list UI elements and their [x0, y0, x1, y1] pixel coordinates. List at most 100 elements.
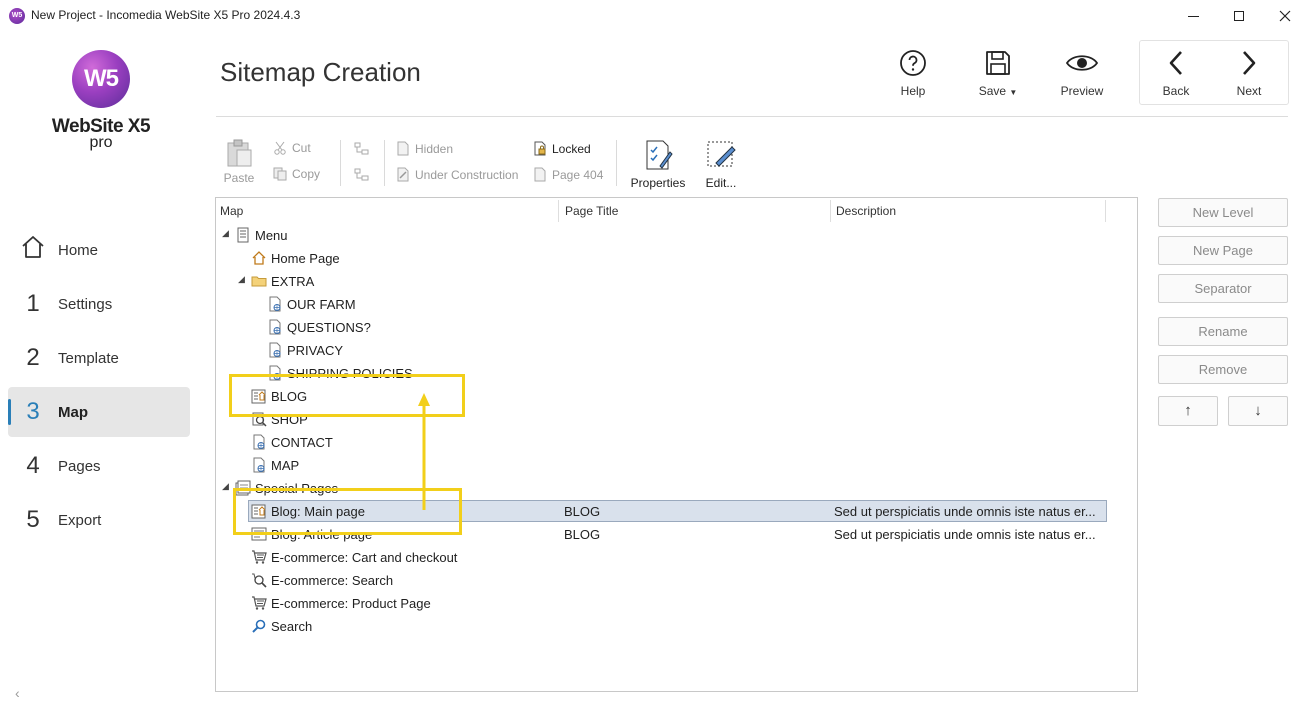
tree-row[interactable]: ◢ EXTRA — [216, 270, 1137, 293]
column-header-page-title[interactable]: Page Title — [565, 204, 618, 218]
copy-button[interactable]: Copy — [273, 167, 320, 181]
page404-icon — [533, 167, 547, 182]
indent-icon — [354, 142, 370, 156]
nav-map[interactable]: 3 Map — [8, 387, 190, 437]
nav-template[interactable]: 2 Template — [8, 333, 190, 383]
column-divider[interactable] — [1105, 200, 1106, 222]
locked-page-icon — [533, 141, 547, 156]
paste-button[interactable]: Paste — [222, 138, 256, 185]
page-icon — [251, 434, 267, 450]
minimize-button[interactable] — [1170, 0, 1216, 32]
tree-row-label: QUESTIONS? — [287, 320, 371, 335]
chevron-right-icon — [1214, 46, 1284, 80]
nav-home[interactable]: Home — [8, 225, 190, 275]
move-up-button[interactable]: ↑ — [1158, 396, 1218, 426]
edit-button[interactable]: Edit... — [704, 139, 738, 190]
column-header-description[interactable]: Description — [836, 204, 896, 218]
maximize-icon — [1234, 11, 1244, 21]
tree-row[interactable]: QUESTIONS? — [216, 316, 1137, 339]
new-page-button[interactable]: New Page — [1158, 236, 1288, 265]
column-divider[interactable] — [830, 200, 831, 222]
toolbar-separator — [616, 140, 617, 186]
nav-number: 5 — [26, 506, 40, 533]
tree-row[interactable]: MAP — [216, 454, 1137, 477]
locked-toggle[interactable]: Locked — [533, 141, 591, 156]
column-header-map[interactable]: Map — [220, 204, 243, 218]
edit-icon — [707, 141, 736, 167]
column-divider[interactable] — [558, 200, 559, 222]
tree-row-label: E-commerce: Product Page — [271, 596, 431, 611]
separator-button[interactable]: Separator — [1158, 274, 1288, 303]
tree-row-label: Home Page — [271, 251, 340, 266]
tree-row[interactable]: OUR FARM — [216, 293, 1137, 316]
collapse-sidebar-icon[interactable]: ‹ — [15, 685, 20, 701]
rename-button[interactable]: Rename — [1158, 317, 1288, 346]
tree-row-label: E-commerce: Cart and checkout — [271, 550, 458, 565]
new-level-button[interactable]: New Level — [1158, 198, 1288, 227]
sitemap-tree[interactable]: Map Page Title Description ◢ Menu Home Pag… — [215, 197, 1138, 692]
properties-label: Properties — [630, 176, 686, 190]
tree-row-description: Sed ut perspiciatis unde omnis iste natu… — [834, 504, 1096, 519]
cut-button[interactable]: Cut — [273, 141, 311, 155]
close-button[interactable] — [1262, 0, 1308, 32]
page404-label: Page 404 — [552, 167, 604, 182]
remove-button[interactable]: Remove — [1158, 355, 1288, 384]
under-construction-toggle[interactable]: Under Construction — [396, 167, 518, 182]
logo-mark: W5 — [72, 50, 130, 108]
logo-edition: pro — [89, 134, 113, 151]
sidebar: W5 WebSite X5 pro Home 1 Settings 2 Temp… — [0, 32, 200, 713]
tree-row[interactable]: E-commerce: Cart and checkout — [216, 546, 1137, 569]
next-button[interactable]: Next — [1214, 46, 1284, 102]
nav-settings[interactable]: 1 Settings — [8, 279, 190, 329]
expand-collapse-icon[interactable]: ◢ — [222, 481, 229, 492]
tree-row[interactable]: E-commerce: Product Page — [216, 592, 1137, 615]
expand-collapse-icon[interactable]: ◢ — [222, 228, 229, 239]
nav-label: Map — [58, 403, 88, 421]
title-bar: W5 New Project - Incomedia WebSite X5 Pr… — [0, 0, 1309, 32]
expand-collapse-icon[interactable]: ◢ — [238, 274, 245, 285]
tree-row[interactable]: CONTACT — [216, 431, 1137, 454]
edit-label: Edit... — [705, 176, 737, 190]
preview-label: Preview — [1060, 84, 1104, 98]
dropdown-caret-icon: ▼ — [1009, 88, 1018, 97]
hidden-page-icon — [396, 141, 410, 156]
help-label: Help — [900, 84, 926, 98]
tree-row[interactable]: Home Page — [216, 247, 1137, 270]
cart-icon — [251, 549, 267, 565]
move-down-button[interactable]: ↓ — [1228, 396, 1288, 426]
tree-row[interactable]: ◢ Menu — [216, 224, 1137, 247]
hidden-toggle[interactable]: Hidden — [396, 141, 453, 156]
indent-button[interactable] — [354, 142, 375, 156]
save-button[interactable]: Save ▼ — [963, 46, 1033, 102]
app-icon: W5 — [9, 8, 25, 24]
preview-button[interactable]: Preview — [1047, 46, 1117, 102]
nav-pages[interactable]: 4 Pages — [8, 441, 190, 491]
chevron-left-icon — [1141, 46, 1211, 80]
nav-export[interactable]: 5 Export — [8, 495, 190, 545]
toolbar-separator — [340, 140, 341, 186]
locked-label: Locked — [552, 141, 591, 156]
page-icon — [267, 296, 283, 312]
save-label: Save — [978, 84, 1007, 98]
toolbar-separator — [384, 140, 385, 186]
page-icon — [251, 457, 267, 473]
back-button[interactable]: Back — [1141, 46, 1211, 102]
search-page-icon — [251, 572, 267, 588]
tree-row-label: MAP — [271, 458, 300, 473]
outdent-button[interactable] — [354, 168, 375, 182]
save-icon — [963, 46, 1033, 80]
nav-label: Pages — [58, 457, 101, 475]
tree-row[interactable]: E-commerce: Search — [216, 569, 1137, 592]
paste-label: Paste — [223, 171, 255, 185]
properties-button[interactable]: Properties — [627, 139, 689, 190]
nav-number: 4 — [26, 452, 40, 479]
magnifier-icon — [251, 618, 267, 634]
tree-row-page-title: BLOG — [564, 504, 601, 519]
maximize-button[interactable] — [1216, 0, 1262, 32]
tree-row[interactable]: PRIVACY — [216, 339, 1137, 362]
help-button[interactable]: Help — [878, 46, 948, 102]
tree-row[interactable]: Search — [216, 615, 1137, 638]
header-divider — [216, 116, 1288, 117]
folder-icon — [251, 273, 267, 289]
page404-toggle[interactable]: Page 404 — [533, 167, 603, 182]
